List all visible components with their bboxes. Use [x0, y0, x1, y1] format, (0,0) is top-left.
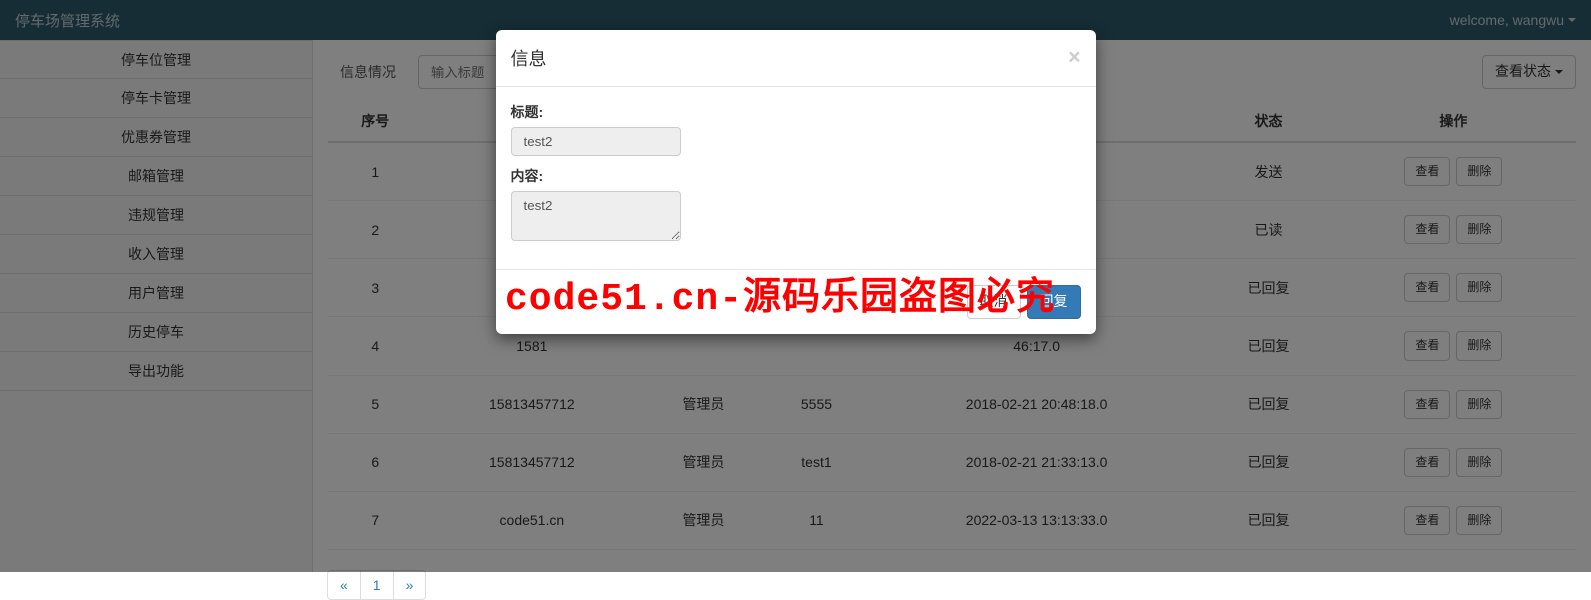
modal-header: 信息 × [496, 30, 1096, 87]
modal-title: 信息 [511, 45, 547, 71]
info-modal: 信息 × 标题: 内容: 取消 回复 [496, 30, 1096, 334]
field-title-input[interactable] [511, 127, 681, 156]
reply-button[interactable]: 回复 [1027, 285, 1081, 319]
field-content-textarea[interactable] [511, 191, 681, 241]
close-icon[interactable]: × [1068, 46, 1080, 70]
pagination: « 1 » [328, 570, 1576, 600]
page-prev[interactable]: « [327, 570, 361, 600]
field-content-label: 内容: [511, 166, 1081, 186]
field-title-label: 标题: [511, 102, 1081, 122]
modal-footer: 取消 回复 [496, 269, 1096, 334]
page-next[interactable]: » [393, 570, 427, 600]
cancel-button[interactable]: 取消 [967, 285, 1021, 319]
modal-body: 标题: 内容: [496, 87, 1096, 269]
page-number[interactable]: 1 [360, 570, 394, 600]
